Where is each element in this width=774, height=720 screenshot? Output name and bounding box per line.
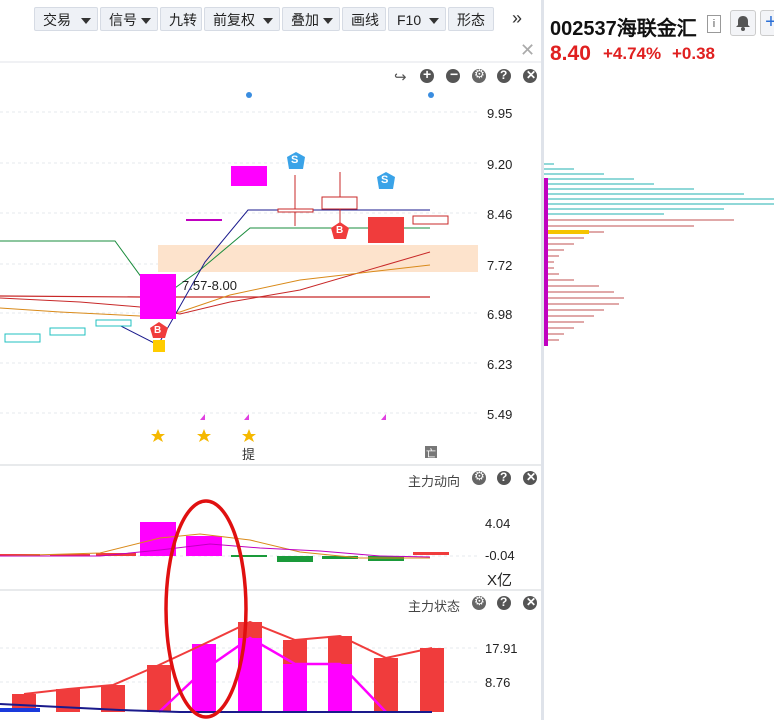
candles-down [4, 319, 132, 343]
gear-icon[interactable]: ⚙ [472, 67, 486, 83]
marker-square [153, 340, 165, 352]
top-markers [246, 92, 434, 98]
flag-markers [200, 414, 386, 420]
candle-up-filled [368, 217, 404, 243]
y-label-2: 9.20 [487, 157, 513, 172]
y-label-4: 7.72 [487, 258, 513, 273]
y-label-1: 9.95 [487, 106, 513, 121]
share-icon[interactable]: ↪ [394, 68, 407, 86]
signal-s-text-1: S [291, 154, 299, 166]
ma60-line [0, 295, 430, 298]
flow-y-label-2: -0.04 [485, 548, 515, 563]
candle-highlight-3 [231, 166, 267, 186]
volume-profile [544, 163, 774, 346]
flow-panel-title: 主力动向 [408, 474, 461, 489]
candles-up [277, 172, 449, 228]
state-panel-title: 主力状态 [408, 599, 461, 614]
zoom-in-icon[interactable]: + [420, 66, 434, 83]
flow-gear-icon[interactable]: ⚙ [472, 469, 486, 485]
star-markers [151, 429, 256, 442]
state-gear-icon[interactable]: ⚙ [472, 594, 486, 610]
y-label-3: 8.46 [487, 207, 513, 222]
tag-ti[interactable]: 提 [242, 444, 255, 463]
bell-icon[interactable] [730, 10, 756, 36]
info-icon[interactable]: i [707, 15, 721, 33]
help-icon[interactable]: ? [497, 68, 511, 83]
state-line-red [23, 620, 433, 695]
zoom-out-icon[interactable]: − [446, 66, 460, 83]
flow-close-icon[interactable]: ✕ [523, 470, 537, 485]
close-chart-icon[interactable]: ✕ [523, 68, 537, 83]
tag-wang[interactable]: 亡 [426, 445, 436, 460]
price-range-band [158, 245, 478, 272]
signal-b-text-2: B [336, 225, 344, 236]
y-label-5: 6.98 [487, 307, 513, 322]
stock-price: 8.40 [550, 42, 591, 65]
stock-code-name: 002537海联金汇 [550, 18, 697, 40]
flow-unit: X亿 [487, 572, 513, 589]
flow-y-label-1: 4.04 [485, 516, 511, 531]
stock-change-pct: +4.74% [603, 44, 662, 63]
signal-s-text-2: S [381, 174, 389, 186]
y-label-6: 6.23 [487, 357, 513, 372]
y-label-7: 5.49 [487, 407, 513, 422]
state-help-icon[interactable]: ? [497, 595, 511, 610]
flow-help-icon[interactable]: ? [497, 470, 511, 485]
candle-highlight-2 [186, 219, 222, 221]
signal-b-text-1: B [154, 325, 162, 336]
state-blue-bar [0, 708, 40, 712]
state-close-icon[interactable]: ✕ [523, 595, 537, 610]
candle-highlight-1 [140, 274, 176, 319]
right-panel: 002537海联金汇 i + 8.40 +4.74% +0.38 [544, 0, 774, 720]
range-label: 7.57-8.00 [182, 278, 237, 293]
add-watchlist-icon[interactable]: + [760, 10, 774, 36]
state-y-label-1: 17.91 [485, 641, 518, 656]
stock-change: +0.38 [672, 44, 716, 63]
state-y-label-2: 8.76 [485, 675, 511, 690]
